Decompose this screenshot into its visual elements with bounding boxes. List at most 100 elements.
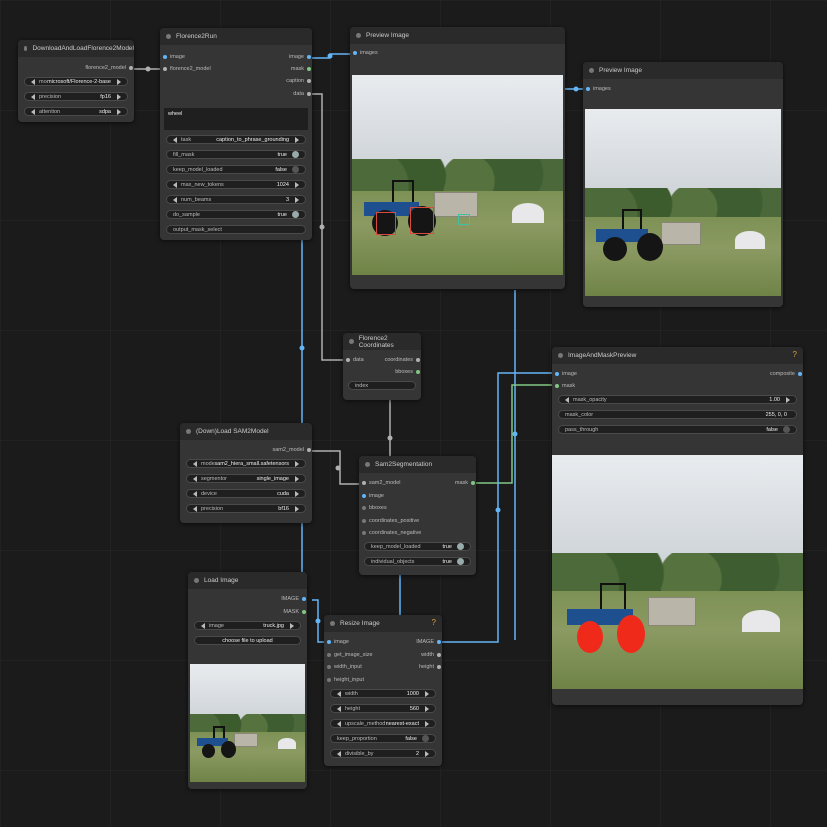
output-height[interactable]: height bbox=[419, 664, 441, 670]
output-mask[interactable]: mask bbox=[455, 480, 475, 486]
node-resize-image[interactable]: Resize Image? image get_image_size width… bbox=[324, 615, 442, 766]
node-sam2-segmentation[interactable]: Sam2Segmentation sam2_model image bboxes… bbox=[359, 456, 476, 575]
widget-divisible-by[interactable]: divisible_by 2 bbox=[330, 749, 436, 758]
node-header[interactable]: DownloadAndLoadFlorence2Model bbox=[18, 40, 134, 57]
widget-max-new-tokens[interactable]: max_new_tokens 1024 bbox=[166, 180, 306, 189]
widget-upscale-method[interactable]: upscale_method nearest-exact bbox=[330, 719, 436, 728]
toggle-icon bbox=[292, 211, 299, 218]
node-load-image[interactable]: Load Image IMAGE MASK image truck.jpg cho… bbox=[188, 572, 307, 789]
node-title: Load Image bbox=[204, 577, 239, 584]
node-title: (Down)Load SAM2Model bbox=[196, 428, 269, 435]
output-caption[interactable]: caption bbox=[286, 78, 311, 84]
node-image-and-mask-preview[interactable]: ImageAndMaskPreview? image mask composit… bbox=[552, 347, 803, 705]
toggle-icon bbox=[457, 558, 464, 565]
text-prompt-input[interactable]: wheel bbox=[164, 108, 308, 130]
widget-mask-color[interactable]: mask_color 255, 0, 0 bbox=[558, 410, 797, 419]
output-florence2-model[interactable]: florence2_model bbox=[85, 65, 133, 71]
node-title: ImageAndMaskPreview bbox=[568, 352, 637, 359]
widget-keep-model-loaded[interactable]: keep_model_loaded true bbox=[364, 542, 471, 551]
node-title: Florence2 Coordinates bbox=[358, 334, 394, 349]
input-image[interactable]: image bbox=[362, 493, 384, 499]
input-image[interactable]: image bbox=[327, 639, 349, 645]
widget-width[interactable]: width 1000 bbox=[330, 689, 436, 698]
input-image[interactable]: image bbox=[163, 54, 185, 60]
node-header[interactable]: (Down)Load SAM2Model bbox=[180, 423, 312, 440]
widget-pass-through[interactable]: pass_through false bbox=[558, 425, 797, 434]
input-coordinates-negative[interactable]: coordinates_negative bbox=[362, 530, 421, 536]
node-header[interactable]: Preview Image bbox=[583, 62, 783, 79]
input-height[interactable]: height_input bbox=[327, 677, 364, 683]
node-header[interactable]: Preview Image bbox=[350, 27, 565, 44]
node-header[interactable]: Florence2 Coordinates bbox=[343, 333, 421, 350]
output-image[interactable]: IMAGE bbox=[281, 596, 306, 602]
node-title: Preview Image bbox=[599, 67, 642, 74]
help-icon[interactable]: ? bbox=[432, 618, 436, 627]
widget-model[interactable]: modelmicrosoft/Florence-2-base bbox=[24, 77, 128, 86]
input-image[interactable]: image bbox=[555, 371, 577, 377]
input-images[interactable]: images bbox=[586, 86, 611, 92]
output-width[interactable]: width bbox=[421, 652, 441, 658]
output-image[interactable]: image bbox=[289, 54, 311, 60]
widget-output-mask-select[interactable]: output_mask_select bbox=[166, 225, 306, 234]
loaded-image-thumbnail bbox=[190, 664, 305, 782]
toggle-icon bbox=[292, 151, 299, 158]
node-title: DownloadAndLoadFlorence2Model bbox=[32, 45, 134, 52]
widget-fill-mask[interactable]: fill_mask true bbox=[166, 150, 306, 159]
widget-device[interactable]: device cuda bbox=[186, 489, 306, 498]
node-florence2-run[interactable]: Florence2Run image florence2_model image… bbox=[160, 28, 312, 240]
widget-do-sample[interactable]: do_sample true bbox=[166, 210, 306, 219]
node-preview-image-2[interactable]: Preview Image images bbox=[583, 62, 783, 307]
help-icon[interactable]: ? bbox=[793, 350, 797, 359]
preview-image-output[interactable] bbox=[585, 109, 781, 296]
node-title: Resize Image bbox=[340, 620, 380, 627]
node-download-florence2-model[interactable]: DownloadAndLoadFlorence2Model florence2_… bbox=[18, 40, 134, 122]
widget-index[interactable]: index bbox=[348, 381, 416, 390]
widget-attention[interactable]: attention sdpa bbox=[24, 107, 128, 116]
node-header[interactable]: ImageAndMaskPreview? bbox=[552, 347, 803, 364]
upload-button[interactable]: choose file to upload bbox=[194, 636, 301, 645]
widget-image-select[interactable]: image truck.jpg bbox=[194, 621, 301, 630]
widget-keep-model-loaded[interactable]: keep_model_loaded false bbox=[166, 165, 306, 174]
bbox-overlay bbox=[376, 212, 396, 235]
node-load-sam2-model[interactable]: (Down)Load SAM2Model sam2_model modelsam… bbox=[180, 423, 312, 523]
output-mask[interactable]: mask bbox=[291, 66, 311, 72]
input-florence2-model[interactable]: florence2_model bbox=[163, 66, 211, 72]
node-florence2-coordinates[interactable]: Florence2 Coordinates data coordinates b… bbox=[343, 333, 421, 400]
input-data[interactable]: data bbox=[346, 357, 364, 363]
node-header[interactable]: Load Image bbox=[188, 572, 307, 589]
widget-segmentor[interactable]: segmentor single_image bbox=[186, 474, 306, 483]
node-title: Sam2Segmentation bbox=[375, 461, 433, 468]
widget-height[interactable]: height 560 bbox=[330, 704, 436, 713]
input-bboxes[interactable]: bboxes bbox=[362, 505, 387, 511]
widget-task[interactable]: task caption_to_phrase_grounding bbox=[166, 135, 306, 144]
output-image[interactable]: IMAGE bbox=[416, 639, 441, 645]
input-get-image-size[interactable]: get_image_size bbox=[327, 652, 373, 658]
collapse-dot-icon[interactable] bbox=[24, 46, 28, 51]
widget-precision[interactable]: precision fp16 bbox=[24, 92, 128, 101]
widget-num-beams[interactable]: num_beams 3 bbox=[166, 195, 306, 204]
input-sam2-model[interactable]: sam2_model bbox=[362, 480, 401, 486]
widget-keep-proportion[interactable]: keep_proportion false bbox=[330, 734, 436, 743]
preview-image-output[interactable] bbox=[352, 75, 563, 275]
input-width[interactable]: width_input bbox=[327, 664, 362, 670]
output-composite[interactable]: composite bbox=[770, 371, 802, 377]
output-coordinates[interactable]: coordinates bbox=[385, 357, 420, 363]
output-sam2-model[interactable]: sam2_model bbox=[273, 447, 311, 453]
widget-individual-objects[interactable]: individual_objects true bbox=[364, 557, 471, 566]
node-preview-image-1[interactable]: Preview Image images bbox=[350, 27, 565, 289]
widget-mask-opacity[interactable]: mask_opacity 1.00 bbox=[558, 395, 797, 404]
input-images[interactable]: images bbox=[353, 50, 378, 56]
output-bboxes[interactable]: bboxes bbox=[395, 369, 420, 375]
composite-preview-image[interactable] bbox=[552, 455, 803, 689]
node-header[interactable]: Florence2Run bbox=[160, 28, 312, 45]
output-data[interactable]: data bbox=[293, 91, 311, 97]
toggle-icon bbox=[422, 735, 429, 742]
node-header[interactable]: Resize Image? bbox=[324, 615, 442, 632]
widget-model[interactable]: modelsam2_hiera_small.safetensors bbox=[186, 459, 306, 468]
node-header[interactable]: Sam2Segmentation bbox=[359, 456, 476, 473]
input-coordinates-positive[interactable]: coordinates_positive bbox=[362, 518, 419, 524]
bbox-overlay bbox=[458, 214, 470, 225]
widget-precision[interactable]: precision bf16 bbox=[186, 504, 306, 513]
input-mask[interactable]: mask bbox=[555, 383, 575, 389]
output-mask[interactable]: MASK bbox=[283, 609, 306, 615]
